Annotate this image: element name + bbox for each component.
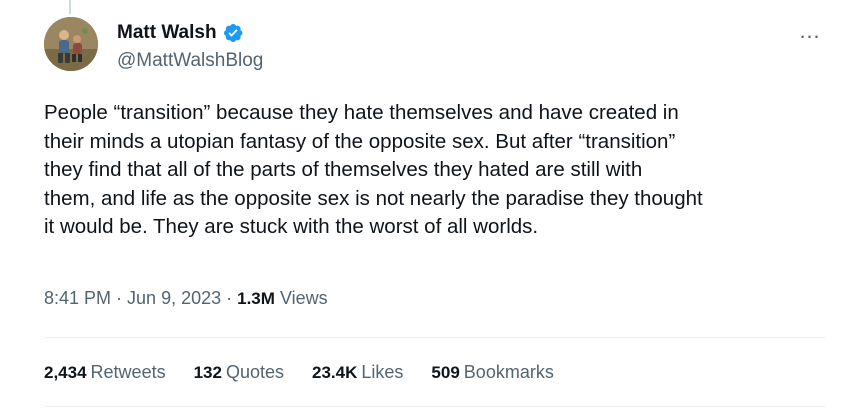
- author-display-name[interactable]: Matt Walsh: [117, 22, 217, 44]
- retweets-count: 2,434: [44, 363, 87, 382]
- thread-connector-line: [69, 0, 71, 14]
- tweet-text: People “transition” because they hate th…: [44, 101, 703, 238]
- likes-stat[interactable]: 23.4K Likes: [312, 362, 403, 383]
- tweet-meta: 8:41 PM · Jun 9, 2023 · 1.3M Views: [44, 288, 328, 309]
- retweets-label: Retweets: [90, 362, 166, 382]
- retweets-stat[interactable]: 2,434 Retweets: [44, 362, 166, 383]
- author-names: Matt Walsh @MattWalshBlog: [117, 21, 263, 72]
- meta-separator: ·: [226, 288, 233, 308]
- divider: [44, 337, 826, 338]
- tweet-header: Matt Walsh @MattWalshBlog …: [44, 17, 829, 77]
- quotes-label: Quotes: [225, 362, 285, 382]
- more-options-icon[interactable]: …: [794, 18, 824, 43]
- views-display[interactable]: 1.3M Views: [237, 288, 328, 309]
- meta-separator: ·: [116, 288, 123, 308]
- likes-count: 23.4K: [312, 363, 358, 382]
- bookmarks-count: 509: [431, 363, 460, 382]
- bookmarks-label: Bookmarks: [463, 362, 554, 382]
- quotes-stat[interactable]: 132 Quotes: [194, 362, 284, 383]
- likes-label: Likes: [361, 362, 404, 382]
- views-count: 1.3M: [237, 289, 275, 308]
- quotes-count: 132: [193, 363, 222, 382]
- tweet-time[interactable]: 8:41 PM: [44, 288, 111, 309]
- avatar[interactable]: [44, 17, 98, 71]
- profile-photo-icon: [44, 17, 98, 71]
- tweet-stats: 2,434 Retweets 132 Quotes 23.4K Likes 509 Bo…: [44, 362, 554, 383]
- tweet-date[interactable]: Jun 9, 2023: [127, 288, 221, 309]
- author-handle[interactable]: @MattWalshBlog: [117, 50, 263, 72]
- divider: [44, 406, 826, 407]
- bookmarks-stat[interactable]: 509 Bookmarks: [431, 362, 553, 383]
- views-label: Views: [279, 288, 328, 308]
- verified-badge-icon[interactable]: [222, 22, 244, 44]
